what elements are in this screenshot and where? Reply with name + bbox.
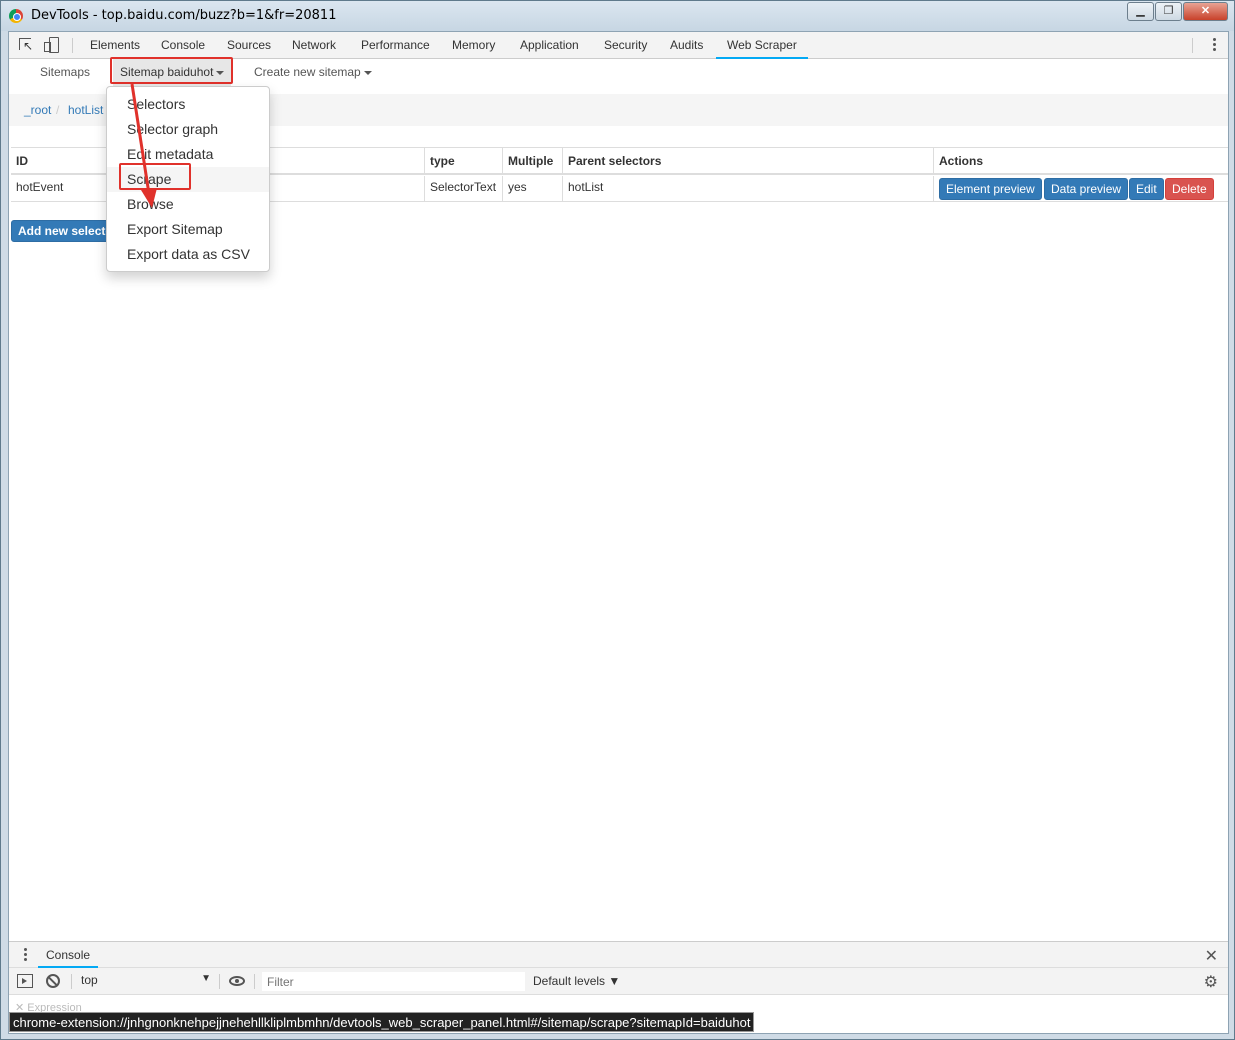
tab-application[interactable]: Application <box>520 32 579 59</box>
delete-button[interactable]: Delete <box>1165 178 1214 200</box>
cell-multiple: yes <box>502 176 562 202</box>
sidebar-toggle-icon[interactable] <box>17 974 33 988</box>
toolbar-divider <box>1192 38 1193 53</box>
devtools-tab-bar: Elements Console Sources Network Perform… <box>9 32 1228 59</box>
context-select[interactable]: top ▼ <box>81 973 211 990</box>
column-header-id: ID <box>11 148 108 175</box>
toolbar-divider <box>72 38 73 53</box>
drawer-tab-console[interactable]: Console <box>38 942 99 968</box>
live-expression-eye-icon[interactable] <box>229 976 245 986</box>
close-button[interactable]: ✕ <box>1183 2 1228 21</box>
element-preview-button[interactable]: Element preview <box>939 178 1042 200</box>
breadcrumb-hotlist[interactable]: hotList <box>68 103 103 117</box>
breadcrumb-root[interactable]: _root <box>24 103 51 117</box>
drawer-menu-icon[interactable] <box>24 948 27 962</box>
tab-web-scraper[interactable]: Web Scraper <box>716 32 808 59</box>
console-filter-input[interactable] <box>262 972 525 991</box>
add-new-selector-button[interactable]: Add new selector <box>11 220 107 242</box>
column-header-type: type <box>424 148 502 175</box>
tab-memory[interactable]: Memory <box>452 32 495 59</box>
clear-console-icon[interactable] <box>46 974 60 988</box>
column-header-multiple: Multiple <box>502 148 562 175</box>
annotation-highlight-sitemap-menu <box>110 57 233 84</box>
cell-type: SelectorText <box>424 176 502 202</box>
edit-button[interactable]: Edit <box>1129 178 1164 200</box>
tab-performance[interactable]: Performance <box>361 32 430 59</box>
console-settings-gear-icon[interactable]: ⚙ <box>1204 972 1218 992</box>
annotation-arrow-icon <box>130 83 157 208</box>
devtools-client: Elements Console Sources Network Perform… <box>8 31 1229 1034</box>
create-sitemap-label: Create new sitemap <box>254 65 361 79</box>
more-options-icon[interactable] <box>1213 38 1216 52</box>
close-drawer-icon[interactable]: ✕ <box>1205 946 1218 966</box>
devtools-window: DevTools - top.baidu.com/buzz?b=1&fr=208… <box>0 0 1235 1040</box>
tab-elements[interactable]: Elements <box>90 32 140 59</box>
nav-create-sitemap[interactable]: Create new sitemap <box>254 59 372 87</box>
cell-parent-selectors: hotList <box>562 176 933 202</box>
tab-security[interactable]: Security <box>604 32 647 59</box>
column-header-parent-selectors: Parent selectors <box>562 148 933 175</box>
tab-console[interactable]: Console <box>161 32 205 59</box>
data-preview-button[interactable]: Data preview <box>1044 178 1129 200</box>
maximize-button[interactable]: ❐ <box>1155 2 1182 21</box>
title-bar: DevTools - top.baidu.com/buzz?b=1&fr=208… <box>1 1 1234 31</box>
device-toolbar-icon[interactable] <box>44 37 60 53</box>
console-toolbar: top ▼ Default levels ▼ ⚙ <box>9 968 1228 995</box>
column-header-actions: Actions <box>933 148 1228 175</box>
nav-sitemaps[interactable]: Sitemaps <box>40 59 90 87</box>
tab-audits[interactable]: Audits <box>670 32 703 59</box>
caret-down-icon <box>363 70 372 75</box>
status-url-tooltip: chrome-extension://jnhgnonknehpejjnehehl… <box>9 1012 755 1032</box>
minimize-button[interactable]: ▁ <box>1127 2 1154 21</box>
window-title: DevTools - top.baidu.com/buzz?b=1&fr=208… <box>31 8 337 23</box>
log-levels-select[interactable]: Default levels ▼ <box>533 974 620 988</box>
toolbar-divider <box>71 974 72 989</box>
dropdown-triangle-icon: ▼ <box>201 973 211 984</box>
toolbar-divider <box>254 974 255 989</box>
menu-item-export-csv[interactable]: Export data as CSV <box>107 242 269 267</box>
chrome-icon <box>9 9 23 23</box>
toolbar-divider <box>219 974 220 989</box>
tab-network[interactable]: Network <box>292 32 336 59</box>
cell-actions: Element preview Data preview Edit Delete <box>933 176 1228 202</box>
window-controls: ▁ ❐ ✕ <box>1127 2 1228 21</box>
context-value: top <box>81 973 98 987</box>
cell-id: hotEvent <box>11 176 108 202</box>
breadcrumb-separator: / <box>56 103 60 117</box>
tab-sources[interactable]: Sources <box>227 32 271 59</box>
drawer-header: Console ✕ <box>9 941 1228 968</box>
inspect-element-icon[interactable] <box>18 37 34 53</box>
